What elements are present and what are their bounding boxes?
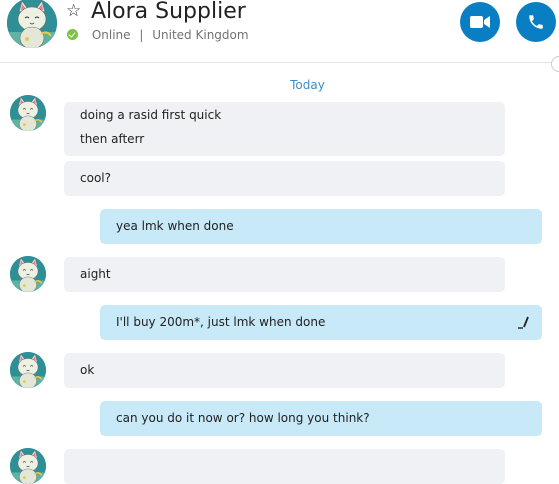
message-text: yea lmk when done [116, 219, 234, 233]
online-status-icon [67, 29, 78, 40]
message-text: cool? [80, 171, 111, 185]
message-bubble-incoming[interactable] [64, 449, 505, 484]
message-bubble-outgoing[interactable]: can you do it now or? how long you think… [100, 401, 542, 436]
cat-avatar-image [10, 448, 46, 484]
status-separator: | [139, 28, 144, 42]
date-label: Today [290, 78, 325, 92]
sender-avatar[interactable] [10, 448, 46, 484]
chat-header: ☆ Alora Supplier Online | United Kingdom [0, 0, 559, 63]
cat-avatar-image [10, 256, 46, 292]
cat-avatar-image [10, 95, 46, 131]
contact-status-row: Online | United Kingdom [67, 27, 249, 43]
video-call-button[interactable] [460, 2, 500, 42]
status-text: Online [91, 28, 131, 42]
message-text: then afterr [80, 132, 145, 146]
audio-call-button[interactable] [516, 2, 556, 42]
edit-pencil-icon [518, 316, 529, 329]
message-text: I'll buy 200m*, just lmk when done [116, 315, 326, 329]
message-text: ok [80, 363, 95, 377]
sender-avatar[interactable] [10, 256, 46, 292]
message-bubble-incoming[interactable]: doing a rasid first quick then afterr [64, 102, 505, 156]
contact-avatar[interactable] [7, 0, 57, 48]
message-bubble-incoming[interactable]: cool? [64, 161, 505, 196]
star-outline-icon[interactable]: ☆ [66, 1, 81, 21]
message-text: can you do it now or? how long you think… [116, 411, 370, 425]
cat-avatar-image [7, 0, 57, 48]
message-text: doing a rasid first quick [80, 108, 222, 122]
message-bubble-incoming[interactable]: ok [64, 353, 505, 388]
sender-avatar[interactable] [10, 352, 46, 388]
message-bubble-incoming[interactable]: aight [64, 257, 505, 292]
location-text: United Kingdom [152, 28, 249, 42]
message-text: aight [80, 267, 111, 281]
cat-avatar-image [10, 352, 46, 388]
sender-avatar[interactable] [10, 95, 46, 131]
message-bubble-outgoing[interactable]: I'll buy 200m*, just lmk when done [100, 305, 542, 340]
phone-icon [529, 15, 543, 29]
message-bubble-outgoing[interactable]: yea lmk when done [100, 209, 542, 244]
video-camera-icon [470, 16, 490, 28]
contact-name[interactable]: Alora Supplier [91, 0, 246, 26]
